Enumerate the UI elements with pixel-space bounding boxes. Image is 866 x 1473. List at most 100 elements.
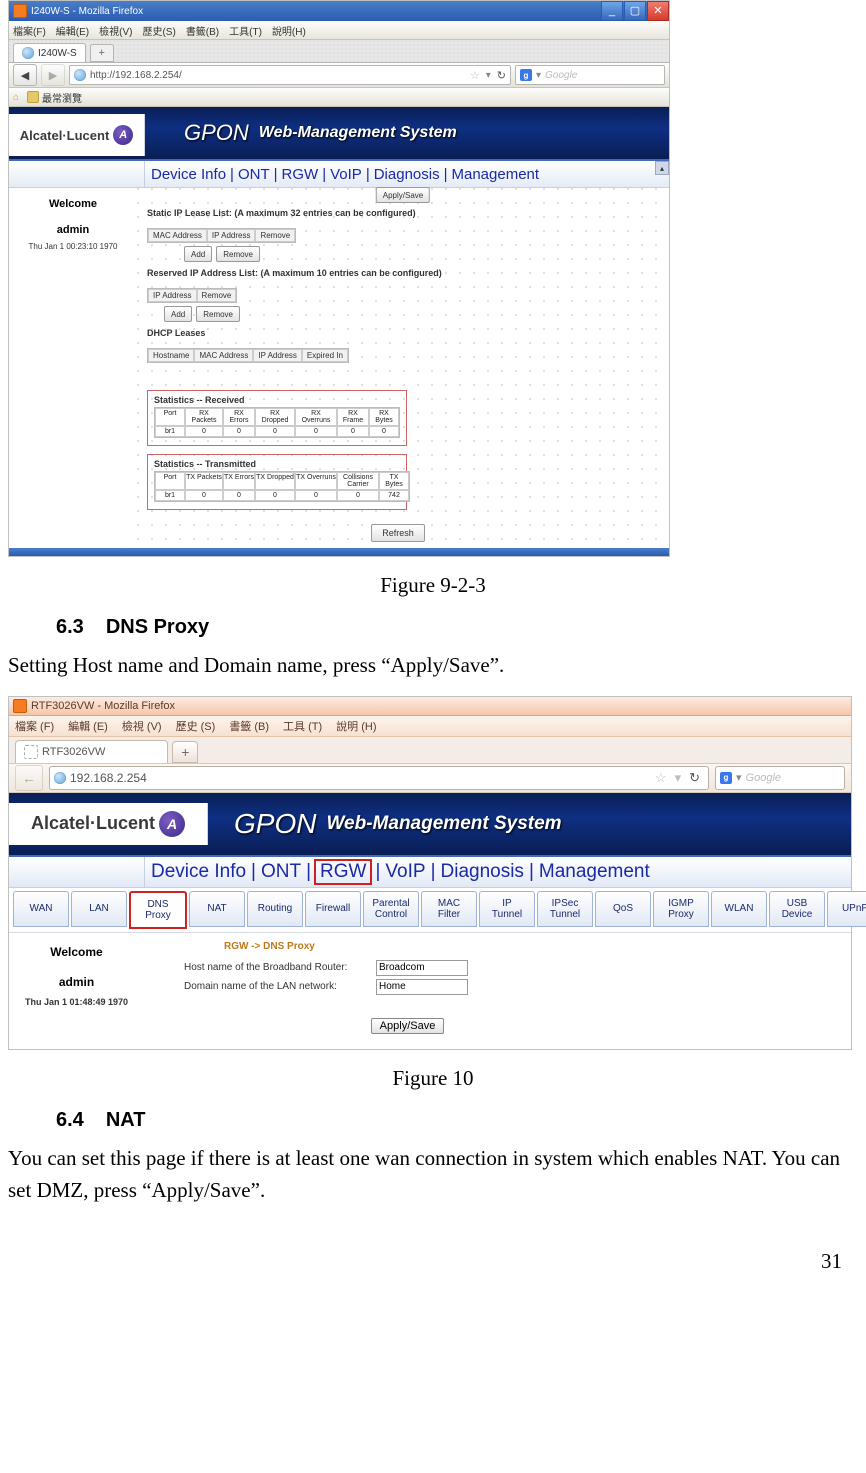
table-cell: 0: [255, 426, 295, 437]
nav-link[interactable]: Management: [539, 861, 650, 883]
remove-button[interactable]: Remove: [196, 306, 240, 322]
menu-item[interactable]: 歷史(S): [142, 23, 175, 38]
apply-save-button[interactable]: Apply/Save: [376, 187, 430, 203]
nav-link[interactable]: Management: [452, 166, 540, 183]
add-button[interactable]: Add: [164, 306, 192, 322]
host-name-input[interactable]: [376, 960, 468, 976]
bookmark-item[interactable]: 最常瀏覽: [27, 90, 82, 105]
dhcp-table: Hostname MAC Address IP Address Expired …: [147, 348, 349, 363]
tab-label: RTF3026VW: [42, 746, 105, 758]
subnav-tab[interactable]: LAN: [71, 891, 127, 927]
static-ip-title: Static IP Lease List: (A maximum 32 entr…: [147, 208, 649, 218]
table-cell: br1: [155, 426, 185, 437]
welcome-label: Welcome: [13, 945, 140, 959]
scroll-up-icon[interactable]: ▴: [655, 161, 669, 175]
back-button[interactable]: ◀: [13, 64, 37, 86]
subnav-tab[interactable]: QoS: [595, 891, 651, 927]
table-header: Collisions Carrier: [337, 472, 379, 490]
menu-item[interactable]: 書籤(B): [186, 23, 219, 38]
menu-item[interactable]: 檔案(F): [13, 23, 46, 38]
subnav-tab-selected[interactable]: DNS Proxy: [129, 891, 187, 929]
nav-link[interactable]: Diagnosis: [441, 861, 524, 883]
nav-link-selected[interactable]: RGW: [314, 859, 372, 885]
url-text: 192.168.2.254: [70, 771, 651, 785]
subnav-tab[interactable]: Routing: [247, 891, 303, 927]
domain-name-input[interactable]: [376, 979, 468, 995]
nav-link[interactable]: RGW: [282, 166, 319, 183]
add-button[interactable]: Add: [184, 246, 212, 262]
menu-item[interactable]: 說明 (H): [336, 718, 376, 734]
menu-item[interactable]: 歷史 (S): [176, 718, 216, 734]
subnav-tab[interactable]: WAN: [13, 891, 69, 927]
banner-subtitle: Web-Management System: [326, 813, 561, 835]
reserved-ip-table: IP Address Remove: [147, 288, 237, 303]
google-icon: g: [720, 772, 732, 784]
nav-link[interactable]: ONT: [261, 861, 301, 883]
screenshot-2: RTF3026VW - Mozilla Firefox 檔案 (F) 編輯 (E…: [8, 696, 852, 1050]
subnav-tab[interactable]: IGMP Proxy: [653, 891, 709, 927]
menu-item[interactable]: 檢視 (V): [122, 718, 162, 734]
browser-tab[interactable]: I240W-S: [13, 43, 86, 62]
minimize-button[interactable]: _: [601, 1, 623, 21]
maximize-button[interactable]: ▢: [624, 1, 646, 21]
new-tab-button[interactable]: +: [172, 741, 198, 763]
subnav-tab[interactable]: IPSec Tunnel: [537, 891, 593, 927]
nav-link[interactable]: VoIP: [385, 861, 425, 883]
firefox-icon: [13, 699, 27, 713]
home-icon[interactable]: ⌂: [13, 92, 19, 103]
menu-item[interactable]: 說明(H): [272, 23, 306, 38]
subnav-tab[interactable]: NAT: [189, 891, 245, 927]
body-text: You can set this page if there is at lea…: [8, 1142, 858, 1207]
nav-link[interactable]: ONT: [238, 166, 270, 183]
table-header: Remove: [197, 289, 237, 302]
bookmark-star-icon[interactable]: ☆: [655, 770, 667, 786]
table-header: MAC Address: [148, 229, 207, 242]
back-button[interactable]: ←: [15, 765, 43, 791]
menu-item[interactable]: 檢視(V): [99, 23, 132, 38]
reload-button[interactable]: ↻: [689, 770, 700, 786]
subnav-tab[interactable]: Parental Control: [363, 891, 419, 927]
table-cell: 0: [223, 490, 255, 501]
close-button[interactable]: ✕: [647, 1, 669, 21]
subnav-tab[interactable]: IP Tunnel: [479, 891, 535, 927]
subnav-tab[interactable]: USB Device: [769, 891, 825, 927]
search-box[interactable]: g ▾ Google: [515, 65, 665, 85]
nav-link[interactable]: VoIP: [330, 166, 362, 183]
subnav-tab[interactable]: MAC Filter: [421, 891, 477, 927]
search-placeholder: Google: [746, 772, 781, 784]
browser-tab[interactable]: RTF3026VW: [15, 740, 168, 763]
url-bar[interactable]: http://192.168.2.254/ ☆ ▾ ↻: [69, 65, 511, 85]
nav-link[interactable]: Device Info: [151, 861, 246, 883]
menu-item[interactable]: 編輯(E): [56, 23, 89, 38]
reload-button[interactable]: ↻: [497, 69, 506, 82]
page-icon: [24, 745, 38, 759]
refresh-button[interactable]: Refresh: [371, 524, 425, 542]
nav-toolbar: ← 192.168.2.254 ☆ ▾ ↻ g ▾ Google: [9, 764, 851, 793]
menu-item[interactable]: 書籤 (B): [229, 718, 269, 734]
nav-link[interactable]: Diagnosis: [374, 166, 440, 183]
remove-button[interactable]: Remove: [216, 246, 260, 262]
top-nav: Device Info| ONT| RGW| VoIP| Diagnosis| …: [9, 159, 669, 188]
menu-item[interactable]: 工具 (T): [283, 718, 322, 734]
nav-link[interactable]: Device Info: [151, 166, 226, 183]
subnav-tab[interactable]: UPnP: [827, 891, 866, 927]
apply-save-button[interactable]: Apply/Save: [371, 1018, 445, 1034]
menu-item[interactable]: 編輯 (E): [68, 718, 108, 734]
menu-item[interactable]: 工具(T): [229, 23, 262, 38]
table-header: MAC Address: [194, 349, 253, 362]
page-number: 31: [8, 1249, 858, 1274]
main-content: RGW -> DNS Proxy Host name of the Broadb…: [144, 933, 851, 1049]
dropdown-icon[interactable]: ▾: [486, 70, 491, 81]
dropdown-icon[interactable]: ▾: [675, 770, 682, 786]
bookmark-star-icon[interactable]: ☆: [470, 69, 480, 82]
subnav-tab[interactable]: Firewall: [305, 891, 361, 927]
url-bar[interactable]: 192.168.2.254 ☆ ▾ ↻: [49, 766, 709, 790]
table-cell: 0: [295, 426, 337, 437]
forward-button[interactable]: ▶: [41, 64, 65, 86]
menubar: 檔案 (F) 編輯 (E) 檢視 (V) 歷史 (S) 書籤 (B) 工具 (T…: [9, 716, 851, 737]
new-tab-button[interactable]: +: [90, 44, 114, 62]
subnav-tab[interactable]: WLAN: [711, 891, 767, 927]
menu-item[interactable]: 檔案 (F): [15, 718, 54, 734]
search-box[interactable]: g ▾ Google: [715, 766, 845, 790]
tab-strip: I240W-S +: [9, 40, 669, 63]
